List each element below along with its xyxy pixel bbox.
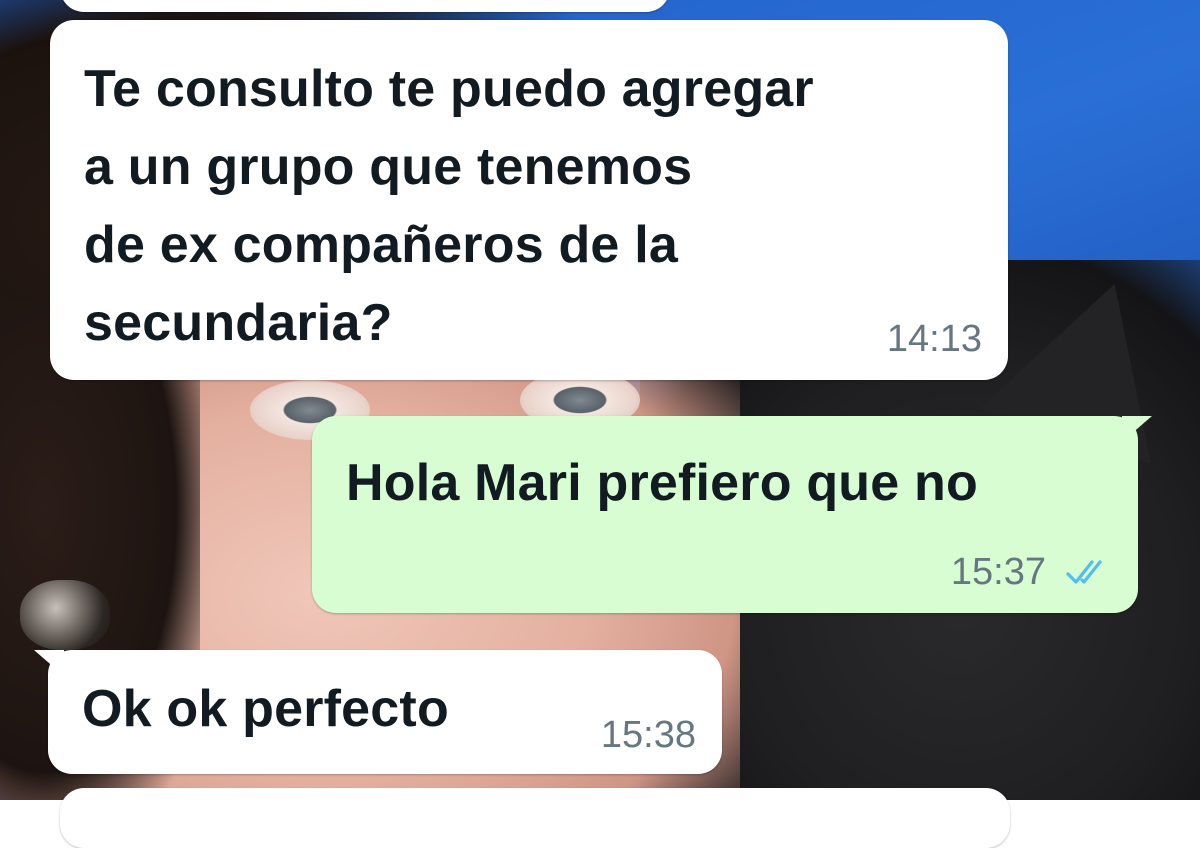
message-text: Ok ok perfecto bbox=[82, 670, 449, 748]
message-text: Hola Mari prefiero que no bbox=[346, 444, 978, 522]
message-bubble-incoming[interactable]: Te consulto te puedo agregar a un grupo … bbox=[50, 20, 1008, 380]
message-bubble-next[interactable] bbox=[60, 788, 1010, 848]
double-check-icon bbox=[1066, 560, 1102, 584]
message-timestamp: 15:37 bbox=[950, 551, 1046, 593]
message-bubble-incoming[interactable]: Ok ok perfecto 15:38 bbox=[34, 650, 722, 774]
message-line: de ex compañeros de la bbox=[84, 216, 678, 274]
message-timestamp: 14:13 bbox=[886, 318, 982, 360]
message-line: Hola Mari prefiero que no bbox=[346, 454, 978, 512]
message-line: Ok ok perfecto bbox=[82, 680, 449, 738]
message-bubble-previous[interactable] bbox=[60, 0, 670, 12]
wallpaper-earring bbox=[20, 580, 110, 650]
message-line: Te consulto te puedo agregar bbox=[84, 60, 814, 118]
message-text: Te consulto te puedo agregar a un grupo … bbox=[84, 50, 814, 362]
message-timestamp: 15:38 bbox=[600, 714, 696, 756]
message-bubble-outgoing[interactable]: Hola Mari prefiero que no 15:37 bbox=[312, 416, 1152, 613]
message-line: a un grupo que tenemos bbox=[84, 138, 693, 196]
message-line: secundaria? bbox=[84, 294, 393, 352]
